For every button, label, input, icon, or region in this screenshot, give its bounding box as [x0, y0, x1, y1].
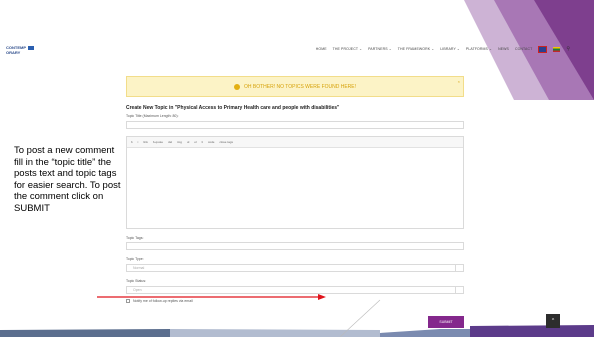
site-header: CONTEMP ORARY HOME THE PROJECT ⌄ PARTNER…: [6, 40, 584, 60]
topic-type-label: Topic Type:: [126, 257, 144, 261]
toolbar-link-button[interactable]: link: [143, 140, 148, 144]
nav-platforms[interactable]: PLATFORMS ⌄: [466, 47, 492, 51]
nav-home[interactable]: HOME: [316, 47, 327, 51]
nav-the-project[interactable]: THE PROJECT ⌄: [333, 47, 362, 51]
topic-title-input[interactable]: [126, 121, 464, 129]
topic-tags-label: Topic Tags:: [126, 236, 144, 240]
chevron-down-icon: [455, 265, 463, 271]
search-icon[interactable]: ⚲: [566, 46, 570, 52]
toolbar-del-button[interactable]: del: [168, 140, 172, 144]
toolbar-close-tags-button[interactable]: close tags: [219, 140, 233, 144]
nav-library[interactable]: LIBRARY ⌄: [440, 47, 460, 51]
topic-text-editor[interactable]: b i link b-quote del img ul ol li code c…: [126, 136, 464, 229]
topic-type-value: Normal: [133, 266, 145, 270]
toolbar-quote-button[interactable]: b-quote: [153, 140, 163, 144]
close-icon[interactable]: ×: [458, 79, 460, 84]
eu-flag-icon: [28, 45, 34, 50]
chevron-down-icon: [455, 287, 463, 293]
notify-checkbox-row[interactable]: Notify me of follow-up replies via email: [126, 299, 193, 303]
lithuania-flag-icon[interactable]: [553, 47, 561, 52]
topic-title-label: Topic Title (Maximum Length: 80):: [126, 114, 179, 118]
toolbar-ol-button[interactable]: ol: [194, 140, 196, 144]
topic-status-select[interactable]: Open: [126, 286, 464, 294]
topic-status-label: Topic Status:: [126, 279, 147, 283]
notify-checkbox[interactable]: [126, 299, 130, 303]
toolbar-code-button[interactable]: code: [208, 140, 215, 144]
notify-label: Notify me of follow-up replies via email: [133, 299, 193, 303]
editor-toolbar: b i link b-quote del img ul ol li code c…: [127, 137, 463, 148]
toolbar-img-button[interactable]: img: [177, 140, 182, 144]
toolbar-li-button[interactable]: li: [202, 140, 203, 144]
form-title: Create New Topic in "Physical Access to …: [126, 105, 340, 111]
topic-status-value: Open: [133, 288, 142, 292]
uk-flag-icon[interactable]: [538, 46, 548, 53]
toolbar-bold-button[interactable]: b: [131, 140, 133, 144]
main-nav: HOME THE PROJECT ⌄ PARTNERS ⌄ THE FRAMEW…: [316, 46, 570, 53]
warning-icon: [233, 83, 240, 90]
nav-contact[interactable]: CONTACT: [515, 47, 532, 51]
nav-news[interactable]: NEWS: [498, 47, 509, 51]
no-topics-notice: OH BOTHER! NO TOPICS WERE FOUND HERE! ×: [126, 76, 464, 97]
logo-text-line2: ORARY: [6, 50, 21, 55]
scroll-to-top-button[interactable]: ^: [546, 314, 560, 328]
nav-the-framework[interactable]: THE FRAMEWORK ⌄: [398, 47, 435, 51]
nav-partners[interactable]: PARTNERS ⌄: [368, 47, 392, 51]
submit-button[interactable]: SUBMIT: [428, 316, 464, 328]
toolbar-ul-button[interactable]: ul: [187, 140, 189, 144]
site-logo[interactable]: CONTEMP ORARY: [6, 45, 46, 55]
topic-tags-input[interactable]: [126, 242, 464, 250]
instruction-annotation: To post a new comment fill in the “topic…: [14, 145, 121, 214]
toolbar-italic-button[interactable]: i: [138, 140, 139, 144]
topic-type-select[interactable]: Normal: [126, 264, 464, 272]
notice-text: OH BOTHER! NO TOPICS WERE FOUND HERE!: [243, 83, 357, 90]
